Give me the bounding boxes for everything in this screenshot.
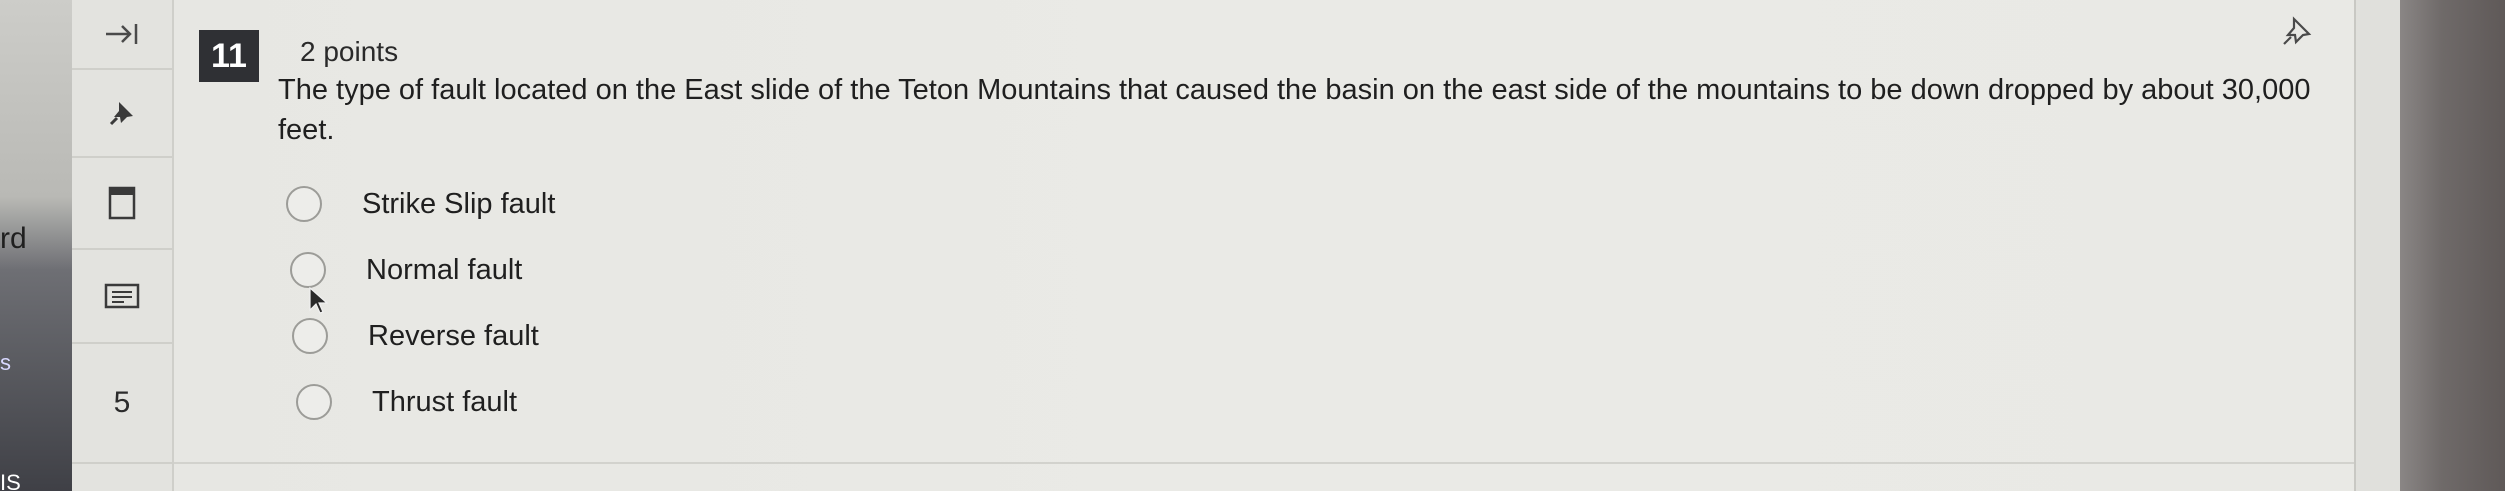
calculator-button[interactable] <box>72 250 172 344</box>
answer-option-label: Strike Slip fault <box>362 187 556 220</box>
calculator-icon <box>104 283 140 309</box>
arrow-right-bar-icon <box>106 24 138 44</box>
answer-option-label: Thrust fault <box>372 385 518 418</box>
pushpin-outline-icon <box>2283 16 2312 45</box>
question-card: 11 2 points The type of fault located on… <box>174 0 2357 491</box>
question-text: The type of fault located on the East sl… <box>278 74 2311 146</box>
answer-option[interactable]: Normal fault <box>290 252 522 288</box>
card-divider <box>174 462 2354 464</box>
radio-button[interactable] <box>292 318 328 354</box>
exam-screen: rd s IS 5 11 2 points The type of fault … <box>0 0 2505 491</box>
sidebar-text-fragment: rd <box>0 222 27 255</box>
question-number-badge: 11 <box>199 30 259 82</box>
mouse-cursor-icon <box>309 286 329 314</box>
answer-option[interactable]: Reverse fault <box>292 318 539 354</box>
right-margin <box>2356 0 2400 491</box>
left-sidebar-fragment: rd s IS <box>0 0 72 491</box>
pin-button[interactable] <box>72 70 172 158</box>
radio-button[interactable] <box>296 384 332 420</box>
toolbar-cell-empty <box>72 464 172 491</box>
sidebar-text-fragment: IS <box>0 470 21 491</box>
flag-button[interactable] <box>72 158 172 250</box>
answer-option-label: Reverse fault <box>368 319 539 352</box>
collapse-button[interactable] <box>72 0 172 70</box>
radio-button[interactable] <box>286 186 322 222</box>
question-toolbar: 5 <box>72 0 174 491</box>
answer-option[interactable]: Strike Slip fault <box>286 186 555 222</box>
right-sidebar-fragment <box>2400 0 2505 491</box>
answer-option-label: Normal fault <box>366 253 523 286</box>
question-nav-number[interactable]: 5 <box>72 344 172 464</box>
bookmark-flag-icon <box>108 186 136 220</box>
sidebar-text-fragment: s <box>0 350 11 375</box>
answer-option[interactable]: Thrust fault <box>296 384 517 420</box>
question-points: 2 points <box>300 36 399 67</box>
pushpin-icon <box>109 102 133 126</box>
pin-question-button[interactable] <box>2280 14 2314 53</box>
radio-button[interactable] <box>290 252 326 288</box>
